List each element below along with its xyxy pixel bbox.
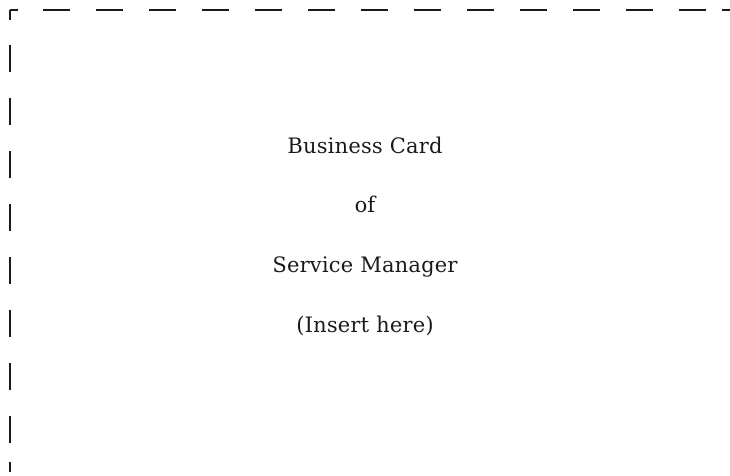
placeholder-line-title: Business Card <box>287 134 443 158</box>
placeholder-line-role: Service Manager <box>272 253 458 277</box>
business-card-placeholder: Business Card of Service Manager (Insert… <box>0 0 730 472</box>
placeholder-line-of: of <box>354 193 376 217</box>
placeholder-line-instruction: (Insert here) <box>296 313 434 337</box>
